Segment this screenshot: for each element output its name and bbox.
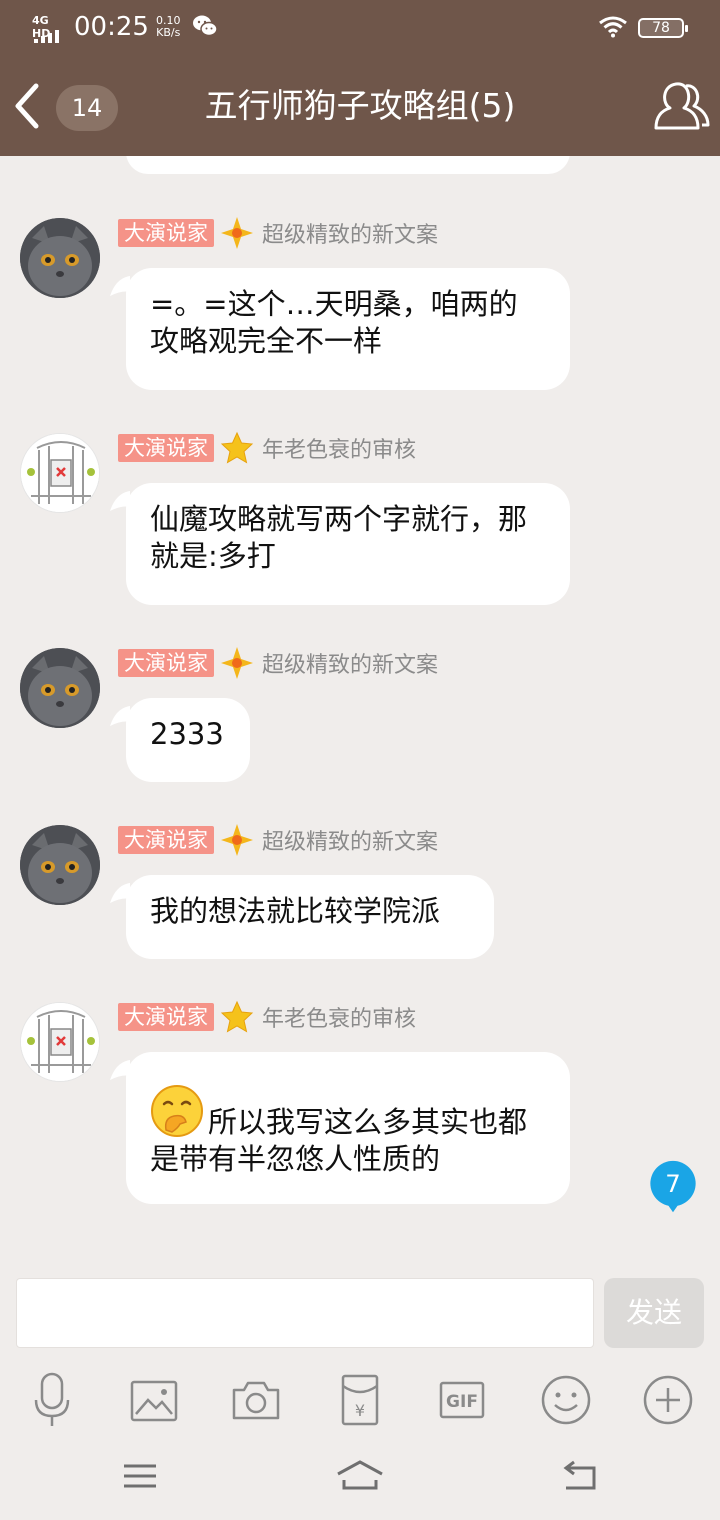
message-bubble[interactable]: 所以我写这么多其实也都是带有半忽悠人性质的: [110, 1052, 570, 1204]
sender-nickname[interactable]: 年老色衰的审核: [262, 432, 416, 464]
message-text: 我的想法就比较学院派: [150, 894, 441, 928]
gate-avatar[interactable]: [20, 1002, 100, 1082]
previous-message-bubble[interactable]: [126, 156, 570, 174]
chat-message-list[interactable]: 大演说家 超级精致的新文案 =。=这个…天明桑，咱两的攻略观完全不一样 大演说家…: [0, 156, 720, 1266]
sender-meta: 大演说家 超级精致的新文案: [118, 824, 438, 856]
home-icon[interactable]: [336, 1456, 384, 1496]
input-bar: 发送: [0, 1266, 720, 1362]
orange-diamond-star-icon: [221, 217, 253, 249]
message-text: 所以我写这么多其实也都是带有半忽悠人性质的: [150, 1105, 528, 1176]
message-text: =。=这个…天明桑，咱两的攻略观完全不一样: [150, 287, 518, 358]
face-with-hand-over-mouth-emoji: [151, 1085, 203, 1137]
image-icon[interactable]: [124, 1370, 184, 1430]
gold-star-icon: [220, 431, 254, 464]
input-toolbar: ¥ GIF: [0, 1362, 720, 1434]
chat-header: 14 五行师狗子攻略组(5): [0, 56, 720, 156]
battery-indicator: 78: [638, 18, 688, 38]
orange-diamond-star-icon: [221, 824, 253, 856]
microphone-icon[interactable]: [22, 1370, 82, 1430]
message-text: 仙魔攻略就写两个字就行，那就是:多打: [150, 502, 528, 573]
plus-more-icon[interactable]: [638, 1370, 698, 1430]
red-packet-symbol: ¥: [355, 1401, 365, 1420]
wechat-icon: [193, 15, 218, 37]
camera-icon[interactable]: [226, 1370, 286, 1430]
network-speed: 0.10 KB/s: [156, 15, 181, 39]
message-bubble[interactable]: =。=这个…天明桑，咱两的攻略观完全不一样: [110, 268, 570, 390]
gold-star-icon: [220, 1000, 254, 1033]
sender-nickname[interactable]: 年老色衰的审核: [262, 1001, 416, 1033]
unread-count-badge[interactable]: 14: [56, 85, 118, 131]
sender-meta: 大演说家 年老色衰的审核: [118, 1000, 416, 1033]
group-title: 五行师狗子攻略组(5): [204, 86, 516, 125]
sender-meta: 大演说家 超级精致的新文案: [118, 647, 438, 679]
message-bubble[interactable]: 2333: [110, 698, 250, 782]
sender-nickname[interactable]: 超级精致的新文案: [262, 824, 438, 856]
gif-icon[interactable]: GIF: [432, 1370, 492, 1430]
system-navigation-bar: [0, 1434, 720, 1520]
title-badge: 大演说家: [118, 826, 214, 854]
cat-avatar[interactable]: [20, 648, 100, 728]
back-arrow-icon[interactable]: [8, 78, 48, 134]
wifi-icon: [599, 16, 627, 38]
emoji-face-icon[interactable]: [536, 1370, 596, 1430]
title-badge: 大演说家: [118, 1003, 214, 1031]
sender-meta: 大演说家 超级精致的新文案: [118, 217, 438, 249]
sender-nickname[interactable]: 超级精致的新文案: [262, 647, 438, 679]
red-packet-icon[interactable]: ¥: [330, 1370, 390, 1430]
gate-avatar[interactable]: [20, 433, 100, 513]
title-badge: 大演说家: [118, 219, 214, 247]
speed-unit: KB/s: [156, 26, 181, 39]
sender-nickname[interactable]: 超级精致的新文案: [262, 217, 438, 249]
message-text: 2333: [150, 717, 224, 751]
clock: 00:25: [74, 12, 149, 42]
message-bubble[interactable]: 仙魔攻略就写两个字就行，那就是:多打: [110, 483, 570, 605]
cellular-signal-icon: 4G HD: [32, 14, 68, 43]
orange-diamond-star-icon: [221, 647, 253, 679]
new-messages-count: 7: [665, 1169, 681, 1198]
new-messages-badge[interactable]: 7: [646, 1160, 700, 1214]
message-input[interactable]: [16, 1278, 594, 1348]
send-button[interactable]: 发送: [604, 1278, 704, 1348]
menu-icon[interactable]: [118, 1456, 162, 1496]
cat-avatar[interactable]: [20, 218, 100, 298]
title-badge: 大演说家: [118, 649, 214, 677]
message-bubble[interactable]: 我的想法就比较学院派: [110, 875, 494, 959]
back-icon[interactable]: [558, 1456, 602, 1496]
sender-meta: 大演说家 年老色衰的审核: [118, 431, 416, 464]
cat-avatar[interactable]: [20, 825, 100, 905]
title-badge: 大演说家: [118, 434, 214, 462]
group-members-icon[interactable]: [652, 78, 712, 136]
status-bar: 4G HD 00:25 0.10 KB/s 78: [0, 0, 720, 56]
gif-label: GIF: [446, 1392, 478, 1412]
